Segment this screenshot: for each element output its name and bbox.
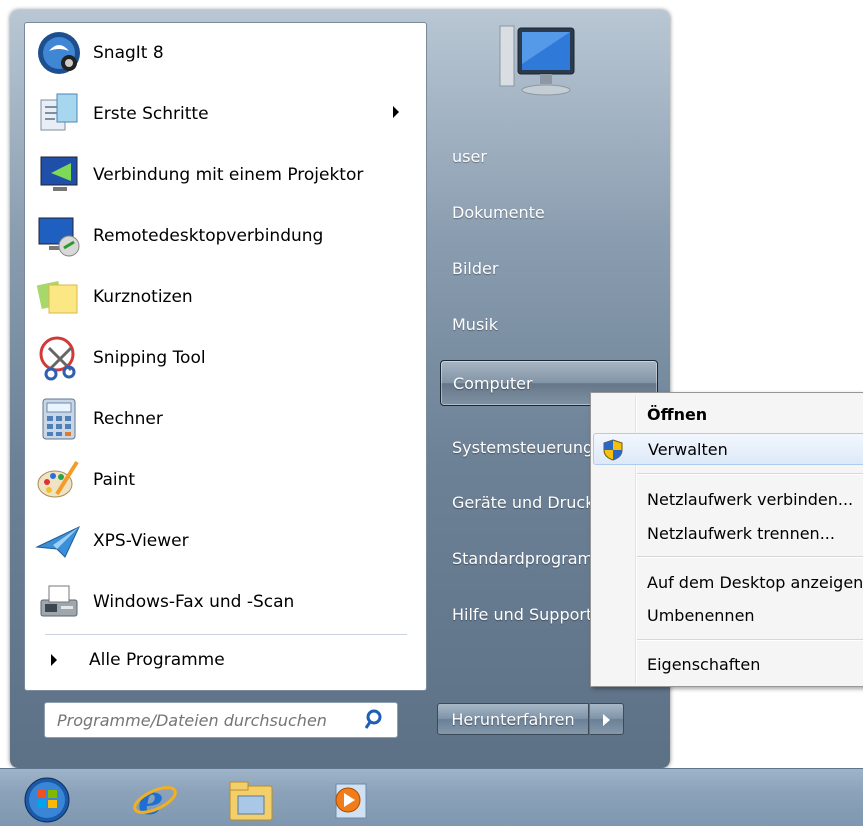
all-programs-label: Alle Programme bbox=[89, 650, 225, 670]
right-item-label: user bbox=[452, 146, 487, 166]
svg-text:e: e bbox=[138, 777, 163, 824]
program-paint[interactable]: Paint bbox=[31, 452, 419, 508]
right-item-musik[interactable]: Musik bbox=[440, 301, 658, 347]
projector-icon bbox=[35, 151, 83, 199]
context-item-label: Netzlaufwerk verbinden... bbox=[647, 489, 854, 509]
shutdown-label: Herunterfahren bbox=[451, 709, 575, 729]
right-item-hilfe-support[interactable]: Hilfe und Support bbox=[440, 591, 590, 637]
separator bbox=[637, 473, 863, 475]
internet-explorer-icon[interactable]: e bbox=[130, 774, 180, 824]
program-label: Rechner bbox=[93, 409, 163, 429]
context-item-netzlaufwerk-trennen[interactable]: Netzlaufwerk trennen... bbox=[593, 517, 863, 549]
context-item-label: Umbenennen bbox=[647, 605, 755, 625]
media-player-icon[interactable] bbox=[326, 774, 376, 824]
context-item-label: Auf dem Desktop anzeigen bbox=[647, 572, 863, 592]
program-xps-viewer[interactable]: XPS-Viewer bbox=[31, 513, 419, 569]
submenu-arrow-icon bbox=[393, 106, 399, 118]
program-label: Snipping Tool bbox=[93, 348, 206, 368]
program-projektor[interactable]: Verbindung mit einem Projektor bbox=[31, 147, 419, 203]
separator bbox=[637, 556, 863, 558]
user-picture-computer-icon[interactable] bbox=[490, 20, 586, 116]
context-item-netzlaufwerk-verbinden[interactable]: Netzlaufwerk verbinden... bbox=[593, 483, 863, 515]
program-label: Kurznotizen bbox=[93, 287, 193, 307]
program-erste-schritte[interactable]: Erste Schritte bbox=[31, 86, 419, 142]
calculator-icon bbox=[35, 395, 83, 443]
right-item-bilder[interactable]: Bilder bbox=[440, 245, 658, 291]
start-menu-programs-pane: SnagIt 8 Erste Schritte Verbindung mit e… bbox=[24, 22, 427, 691]
program-label: Paint bbox=[93, 470, 136, 490]
context-item-umbenennen[interactable]: Umbenennen bbox=[593, 599, 863, 631]
program-windows-fax-scan[interactable]: Windows-Fax und -Scan bbox=[31, 574, 419, 630]
separator bbox=[45, 634, 407, 635]
shutdown-button[interactable]: Herunterfahren bbox=[437, 703, 589, 735]
separator bbox=[637, 639, 863, 641]
right-item-label: Geräte und Drucker bbox=[452, 492, 590, 512]
search-box[interactable] bbox=[44, 702, 398, 738]
fax-scanner-icon bbox=[35, 578, 83, 626]
context-item-label: Öffnen bbox=[647, 404, 708, 424]
right-item-label: Hilfe und Support bbox=[452, 604, 590, 624]
all-programs-button[interactable]: Alle Programme bbox=[39, 641, 409, 679]
explorer-folder-icon[interactable] bbox=[226, 774, 276, 824]
context-item-eigenschaften[interactable]: Eigenschaften bbox=[593, 648, 863, 680]
context-item-oeffnen[interactable]: Öffnen bbox=[593, 398, 863, 430]
context-item-label: Netzlaufwerk trennen... bbox=[647, 523, 835, 543]
program-kurznotizen[interactable]: Kurznotizen bbox=[31, 269, 419, 325]
getting-started-icon bbox=[35, 90, 83, 138]
right-item-label: Dokumente bbox=[452, 202, 545, 222]
right-item-geraete-drucker[interactable]: Geräte und Drucker bbox=[440, 479, 590, 525]
right-item-standardprogramme[interactable]: Standardprogramme bbox=[440, 535, 590, 581]
sticky-notes-icon bbox=[35, 273, 83, 321]
search-icon[interactable] bbox=[361, 705, 391, 735]
program-snagit[interactable]: SnagIt 8 bbox=[31, 25, 419, 81]
right-item-label: Systemsteuerung bbox=[452, 437, 590, 457]
program-rechner[interactable]: Rechner bbox=[31, 391, 419, 447]
program-label: Windows-Fax und -Scan bbox=[93, 592, 295, 612]
paint-palette-icon bbox=[35, 456, 83, 504]
right-item-label: Bilder bbox=[452, 258, 499, 278]
context-item-label: Verwalten bbox=[648, 439, 728, 459]
program-label: XPS-Viewer bbox=[93, 531, 189, 551]
remote-desktop-icon bbox=[35, 212, 83, 260]
program-label: Verbindung mit einem Projektor bbox=[93, 165, 364, 185]
xps-viewer-icon bbox=[35, 517, 83, 565]
program-remotedesktop[interactable]: Remotedesktopverbindung bbox=[31, 208, 419, 264]
uac-shield-icon bbox=[603, 439, 623, 461]
snagit-icon bbox=[35, 29, 83, 77]
taskbar: e bbox=[0, 768, 863, 826]
shutdown-options-arrow-icon[interactable] bbox=[590, 703, 624, 735]
context-item-verwalten[interactable]: Verwalten bbox=[593, 433, 863, 465]
scissors-icon bbox=[35, 334, 83, 382]
context-menu: Öffnen Verwalten Netzlaufwerk verbinden.… bbox=[590, 392, 863, 687]
right-item-user[interactable]: user bbox=[440, 133, 658, 179]
program-label: Remotedesktopverbindung bbox=[93, 226, 324, 246]
program-label: Erste Schritte bbox=[93, 104, 209, 124]
right-item-label: Standardprogramme bbox=[452, 548, 590, 568]
start-orb-icon[interactable] bbox=[22, 774, 72, 824]
program-snipping-tool[interactable]: Snipping Tool bbox=[31, 330, 419, 386]
context-item-desktop-anzeigen[interactable]: Auf dem Desktop anzeigen bbox=[593, 566, 863, 598]
program-label: SnagIt 8 bbox=[93, 43, 164, 63]
context-item-label: Eigenschaften bbox=[647, 654, 761, 674]
right-item-label: Musik bbox=[452, 314, 498, 334]
triangle-right-icon bbox=[51, 654, 57, 666]
search-input[interactable] bbox=[55, 709, 361, 731]
right-item-systemsteuerung[interactable]: Systemsteuerung bbox=[440, 424, 590, 470]
right-item-dokumente[interactable]: Dokumente bbox=[440, 189, 658, 235]
right-item-label: Computer bbox=[453, 373, 533, 393]
